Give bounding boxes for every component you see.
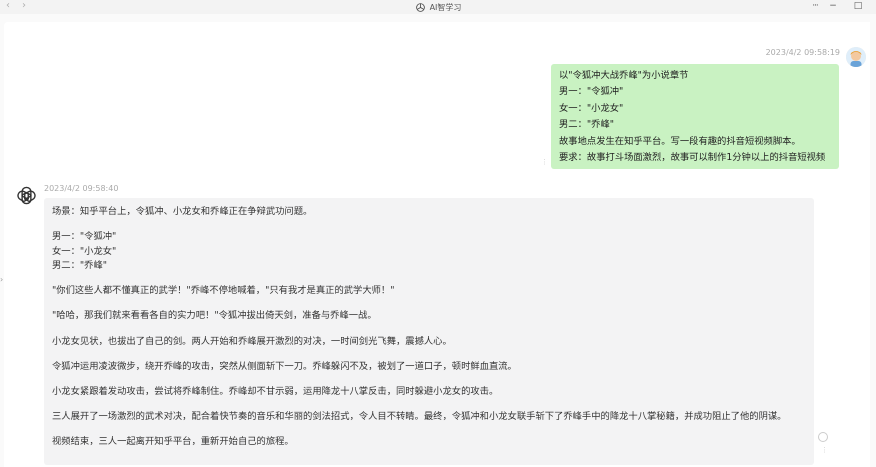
- role-line: 女一："小龙女": [52, 245, 117, 257]
- title-bar: ‹ › AI智学习 ··· − □: [0, 0, 876, 15]
- window-title-group: AI智学习: [0, 0, 876, 14]
- window-title: AI智学习: [429, 2, 462, 12]
- more-menu-icon[interactable]: ···: [808, 0, 822, 14]
- sidebar-expand-icon[interactable]: ›: [0, 274, 6, 286]
- ai-message-paragraph: 令狐冲运用凌波微步，绕开乔峰的攻击，突然从侧面斩下一刀。乔峰躲闪不及，被划了一道…: [52, 360, 517, 372]
- ai-message-paragraph: "你们这些人都不懂真正的武学！"乔峰不停地喊着，"只有我才是真正的武学大师！": [52, 285, 395, 297]
- role-line: 男一："令狐冲": [52, 231, 117, 243]
- user-message-line: 女一："小龙女": [559, 102, 624, 114]
- user-message-line: 男二："乔峰": [559, 119, 615, 131]
- ai-message-roles: 男一："令狐冲" 女一："小龙女" 男二："乔峰": [52, 230, 806, 274]
- ai-message-timestamp: 2023/4/2 09:58:40: [44, 184, 119, 193]
- ai-message-bubble[interactable]: 场景：知乎平台上，令狐冲、小龙女和乔峰正在争辩武功问题。 男一："令狐冲" 女一…: [44, 198, 814, 465]
- ai-message-paragraph: 小龙女见状，也拔出了自己的剑。两人开始和乔峰展开激烈的对决，一时间剑光飞舞，震撼…: [52, 335, 452, 347]
- message-action-icon[interactable]: ⋮: [821, 446, 828, 454]
- user-message-line: 故事地点发生在知乎平台。写一段有趣的抖音短视频脚本。: [559, 135, 801, 147]
- minimize-icon[interactable]: −: [826, 0, 840, 14]
- ai-avatar-icon: [17, 186, 36, 205]
- user-message-bubble[interactable]: 以"令狐冲大战乔峰"为小说章节 男一："令狐冲" 女一："小龙女" 男二："乔峰…: [551, 64, 839, 170]
- message-action-icon[interactable]: ⋮: [541, 158, 548, 166]
- openai-logo-icon: [415, 2, 425, 12]
- ai-message-intro: 场景：知乎平台上，令狐冲、小龙女和乔峰正在争辩武功问题。: [52, 206, 313, 217]
- user-message-line: 要求：故事打斗场面激烈，故事可以制作1分钟以上的抖音短视频: [559, 152, 826, 164]
- maximize-icon[interactable]: □: [851, 0, 865, 14]
- user-avatar[interactable]: [846, 47, 866, 67]
- user-message-line: 男一："令狐冲": [559, 86, 624, 98]
- ai-message-paragraph: 三人展开了一场激烈的武术对决，配合着快节奏的音乐和华丽的剑法招式，令人目不转睛。…: [52, 410, 787, 422]
- user-message-line: 以"令狐冲大战乔峰"为小说章节: [559, 70, 689, 81]
- message-status-icon: [818, 432, 828, 442]
- role-line: 男二："乔峰": [52, 260, 108, 272]
- ai-message-paragraph: "哈哈，那我们就来看看各自的实力吧！"令狐冲拔出倚天剑，准备与乔峰一战。: [52, 310, 377, 322]
- user-avatar-icon: [846, 47, 866, 67]
- ai-message-paragraph: 小龙女紧跟着发动攻击，尝试将乔峰制住。乔峰却不甘示弱，运用降龙十八掌反击，同时躲…: [52, 385, 499, 397]
- ai-message-paragraph: 视频结束，三人一起离开知乎平台，重新开始自己的旅程。: [52, 435, 294, 447]
- user-message-timestamp: 2023/4/2 09:58:19: [765, 48, 840, 57]
